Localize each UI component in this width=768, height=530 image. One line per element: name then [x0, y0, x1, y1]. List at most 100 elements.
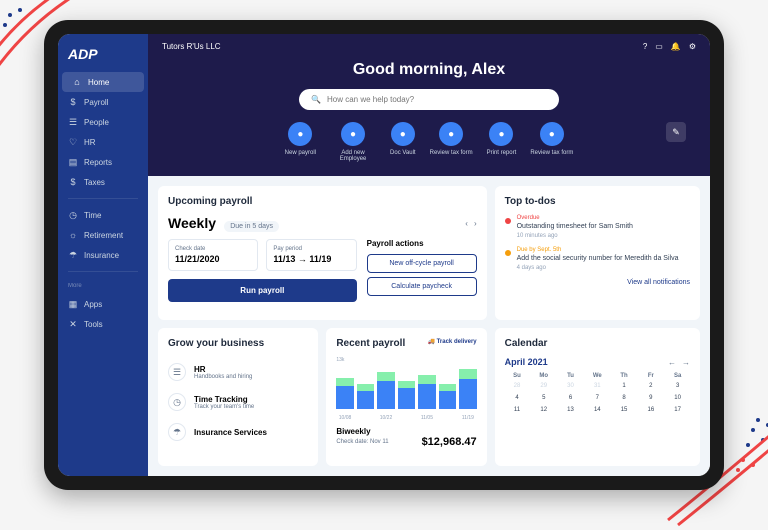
- retirement-icon: ☼: [68, 230, 78, 240]
- chart-bar: [439, 384, 456, 409]
- greeting: Good morning, Alex: [162, 61, 696, 79]
- search-input[interactable]: [327, 95, 547, 104]
- topbar: Tutors R'Us LLC ? ▭ 🔔 ⚙: [162, 42, 696, 51]
- sidebar-item-label: Tools: [84, 320, 103, 329]
- status-dot-icon: [505, 218, 511, 224]
- calendar-dow: Fr: [638, 373, 663, 379]
- track-delivery-link[interactable]: 🚚 Track delivery: [427, 338, 476, 345]
- content: Upcoming payroll Weekly Due in 5 days ‹ …: [148, 176, 710, 476]
- reports-icon: ▤: [68, 157, 78, 167]
- calculate-button[interactable]: Calculate paycheck: [367, 277, 477, 296]
- card-title: Calendar: [505, 338, 690, 349]
- calendar-day[interactable]: 11: [505, 405, 530, 415]
- calendar-day[interactable]: 31: [585, 381, 610, 391]
- sidebar-item-home[interactable]: ⌂Home: [62, 72, 144, 92]
- sidebar-item-label: Home: [88, 78, 109, 87]
- calendar-day[interactable]: 16: [638, 405, 663, 415]
- chart-label: [357, 415, 374, 421]
- next-icon[interactable]: ›: [474, 219, 477, 228]
- chart-label: 11/05: [418, 415, 435, 421]
- hr-icon: ♡: [68, 137, 78, 147]
- payroll-icon: $: [68, 97, 78, 107]
- search-bar[interactable]: 🔍: [299, 89, 559, 110]
- chart-bar: [459, 369, 476, 409]
- sidebar-item-payroll[interactable]: $Payroll: [58, 92, 148, 112]
- time-icon: ◷: [68, 210, 78, 220]
- calendar-dow: Th: [612, 373, 637, 379]
- card-title: Top to-dos: [505, 196, 690, 207]
- grow-item[interactable]: ☰HRHandbooks and hiring: [168, 357, 308, 387]
- view-all-link[interactable]: View all notifications: [505, 279, 690, 286]
- sidebar-item-insurance[interactable]: ☂Insurance: [58, 245, 148, 265]
- calendar-day[interactable]: 1: [612, 381, 637, 391]
- sidebar-item-time[interactable]: ◷Time: [58, 205, 148, 225]
- calendar-day[interactable]: 8: [612, 393, 637, 403]
- cal-prev-icon[interactable]: ←: [668, 358, 676, 367]
- due-badge: Due in 5 days: [224, 221, 279, 232]
- calendar-day[interactable]: 30: [558, 381, 583, 391]
- sidebar-item-tools[interactable]: ✕ Tools: [58, 314, 148, 334]
- quick-action[interactable]: ●Review tax form: [530, 122, 573, 162]
- grow-item[interactable]: ☂Insurance Services: [168, 417, 308, 447]
- calendar-day[interactable]: 29: [531, 381, 556, 391]
- payroll-frequency: Weekly: [168, 215, 216, 231]
- calendar-day[interactable]: 3: [665, 381, 690, 391]
- grow-item[interactable]: ◷Time TrackingTrack your team's time: [168, 387, 308, 417]
- run-payroll-button[interactable]: Run payroll: [168, 279, 357, 302]
- quick-action[interactable]: ●Add new Employee: [330, 122, 376, 162]
- card-title: Recent payroll 🚚 Track delivery: [336, 338, 476, 349]
- calendar-dow: We: [585, 373, 610, 379]
- sidebar-item-people[interactable]: ☰People: [58, 112, 148, 132]
- chat-icon[interactable]: ▭: [655, 42, 663, 51]
- apps-icon: ▦: [68, 299, 78, 309]
- chart-label: 10/22: [377, 415, 394, 421]
- settings-icon[interactable]: ⚙: [689, 42, 696, 51]
- grow-item-title: Insurance Services: [194, 428, 267, 437]
- calendar-day[interactable]: 28: [505, 381, 530, 391]
- sidebar-item-reports[interactable]: ▤Reports: [58, 152, 148, 172]
- action-icon: ●: [391, 122, 415, 146]
- grow-item-icon: ◷: [168, 393, 186, 411]
- action-label: Add new Employee: [330, 150, 376, 162]
- calendar-day[interactable]: 10: [665, 393, 690, 403]
- cal-next-icon[interactable]: →: [682, 358, 690, 367]
- chart-label: [398, 415, 415, 421]
- todos-card: Top to-dos OverdueOutstanding timesheet …: [495, 186, 700, 320]
- sidebar-item-hr[interactable]: ♡ HR: [58, 132, 148, 152]
- calendar-day[interactable]: 15: [612, 405, 637, 415]
- pay-period-value: 11/13 → 11/19: [273, 254, 349, 264]
- calendar-day[interactable]: 2: [638, 381, 663, 391]
- action-icon: ●: [540, 122, 564, 146]
- prev-icon[interactable]: ‹: [465, 219, 468, 228]
- quick-action[interactable]: ●Doc Vault: [390, 122, 416, 162]
- calendar-day[interactable]: 14: [585, 405, 610, 415]
- chart-bar: [398, 381, 415, 409]
- help-icon[interactable]: ?: [643, 42, 647, 51]
- tools-icon: ✕: [68, 319, 78, 329]
- todo-item[interactable]: OverdueOutstanding timesheet for Sam Smi…: [505, 215, 690, 239]
- calendar-day[interactable]: 4: [505, 393, 530, 403]
- sidebar-item-retirement[interactable]: ☼Retirement: [58, 225, 148, 245]
- calendar-day[interactable]: 12: [531, 405, 556, 415]
- calendar-day[interactable]: 13: [558, 405, 583, 415]
- chart-label: [439, 415, 456, 421]
- off-cycle-button[interactable]: New off-cycle payroll: [367, 254, 477, 273]
- sidebar-item-label: HR: [84, 138, 96, 147]
- sidebar-item-apps[interactable]: ▦Apps: [58, 294, 148, 314]
- calendar-day[interactable]: 9: [638, 393, 663, 403]
- sidebar-item-taxes[interactable]: $Taxes: [58, 172, 148, 192]
- quick-action[interactable]: ●Review tax form: [430, 122, 473, 162]
- action-label: New payroll: [285, 150, 316, 156]
- todo-item[interactable]: Due by Sept. 5thAdd the social security …: [505, 247, 690, 271]
- edit-actions-icon[interactable]: ✎: [666, 122, 686, 142]
- calendar-dow: Sa: [665, 373, 690, 379]
- card-title: Upcoming payroll: [168, 196, 477, 207]
- calendar-day[interactable]: 7: [585, 393, 610, 403]
- chart-bar: [357, 384, 374, 409]
- calendar-day[interactable]: 5: [531, 393, 556, 403]
- calendar-day[interactable]: 17: [665, 405, 690, 415]
- quick-action[interactable]: ●New payroll: [285, 122, 316, 162]
- quick-action[interactable]: ●Print report: [487, 122, 517, 162]
- calendar-day[interactable]: 6: [558, 393, 583, 403]
- bell-icon[interactable]: 🔔: [671, 42, 681, 51]
